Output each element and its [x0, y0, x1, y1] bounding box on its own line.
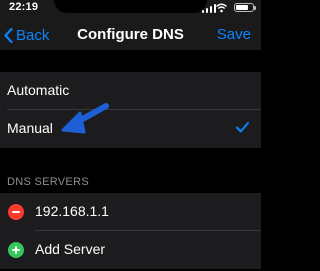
navigation-bar: Back Configure DNS Save [0, 20, 261, 50]
group-spacer [0, 50, 261, 72]
notch [54, 0, 207, 13]
plus-circle-icon[interactable] [8, 242, 24, 258]
option-manual-label: Manual [7, 120, 53, 136]
minus-circle-icon[interactable] [8, 204, 24, 220]
cellular-signal-icon [202, 3, 216, 13]
status-time: 22:19 [9, 1, 39, 13]
add-server-label: Add Server [35, 241, 106, 257]
add-server-row[interactable]: Add Server [0, 231, 261, 269]
checkmark-icon [236, 122, 249, 133]
dns-server-row[interactable]: 192.168.1.1 [0, 193, 261, 231]
status-bar: 22:19 [0, 0, 261, 20]
wifi-icon [216, 3, 227, 13]
dns-server-address: 192.168.1.1 [35, 203, 109, 219]
arrow-icon [61, 103, 109, 134]
battery-icon [234, 3, 256, 12]
option-manual[interactable]: Manual [0, 110, 261, 148]
save-button[interactable]: Save [217, 26, 251, 43]
option-automatic[interactable]: Automatic [0, 72, 261, 110]
section-header-dns-servers: DNS SERVERS [7, 176, 89, 188]
option-automatic-label: Automatic [7, 82, 70, 98]
